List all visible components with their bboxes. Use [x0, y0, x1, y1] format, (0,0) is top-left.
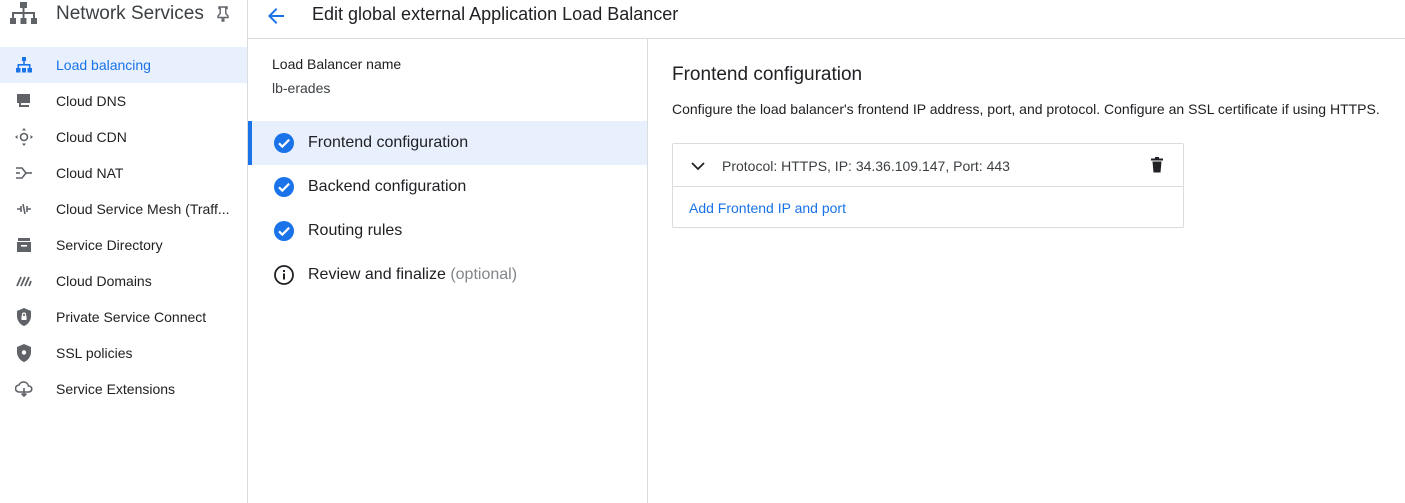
page-title: Edit global external Application Load Ba…: [312, 4, 679, 24]
step-review-and-finalize[interactable]: Review and finalize (optional): [248, 253, 647, 297]
service-directory-icon: [15, 236, 33, 254]
load-balancing-icon: [15, 56, 33, 74]
frontend-entry-summary: Protocol: HTTPS, IP: 34.36.109.147, Port…: [722, 158, 1010, 174]
sidebar-item-label: Cloud NAT: [56, 165, 124, 181]
sidebar-item-label: Service Extensions: [56, 381, 176, 397]
step-routing-rules[interactable]: Routing rules: [248, 209, 647, 253]
step-frontend-configuration[interactable]: Frontend configuration: [248, 121, 647, 165]
sidebar-item-label: Service Directory: [56, 237, 163, 253]
sidebar-item-label: Cloud Service Mesh (Traff...: [56, 201, 230, 217]
steps-panel: Load Balancer name lb-erades Frontend co…: [248, 39, 648, 503]
sidebar: Network Services Load balancing Cloud DN…: [0, 0, 248, 503]
sidebar-item-label: Private Service Connect: [56, 309, 207, 325]
arrow-back-icon[interactable]: [264, 4, 288, 28]
step-label: Routing rules: [308, 222, 403, 239]
check-circle-icon: [274, 133, 294, 153]
cloud-dns-icon: [15, 92, 33, 110]
sidebar-item-label: SSL policies: [56, 345, 133, 361]
sidebar-nav: Load balancing Cloud DNS Cloud CDN Cloud…: [0, 47, 247, 407]
sidebar-item-cloud-service-mesh[interactable]: Cloud Service Mesh (Traff...: [0, 191, 247, 227]
cloud-cdn-icon: [15, 128, 33, 146]
private-service-connect-icon: [15, 308, 33, 326]
delete-icon[interactable]: [1148, 156, 1166, 174]
frontend-config-panel: Frontend configuration Configure the loa…: [648, 39, 1405, 503]
lb-name-value: lb-erades: [272, 80, 331, 96]
sidebar-item-label: Load balancing: [56, 57, 151, 73]
pin-icon[interactable]: [215, 6, 231, 22]
sidebar-header: Network Services: [0, 0, 247, 30]
sidebar-item-label: Cloud DNS: [56, 93, 127, 109]
sidebar-item-cloud-nat[interactable]: Cloud NAT: [0, 155, 247, 191]
sidebar-item-load-balancing[interactable]: Load balancing: [0, 47, 247, 83]
sidebar-item-private-service-connect[interactable]: Private Service Connect: [0, 299, 247, 335]
sidebar-item-ssl-policies[interactable]: SSL policies: [0, 335, 247, 371]
info-icon: [274, 265, 294, 285]
add-frontend-ip-port-link[interactable]: Add Frontend IP and port: [689, 200, 846, 216]
check-circle-icon: [274, 177, 294, 197]
sidebar-item-label: Cloud Domains: [56, 273, 152, 289]
section-description: Configure the load balancer's frontend I…: [672, 101, 1380, 117]
step-optional-text: (optional): [450, 266, 518, 283]
step-label: Review and finalize (optional): [308, 266, 517, 284]
step-label-text: Review and finalize: [308, 266, 446, 283]
product-title: Network Services: [56, 3, 204, 24]
frontend-list: Protocol: HTTPS, IP: 34.36.109.147, Port…: [672, 143, 1184, 228]
network-services-icon: [10, 2, 37, 24]
step-backend-configuration[interactable]: Backend configuration: [248, 165, 647, 209]
sidebar-item-cloud-dns[interactable]: Cloud DNS: [0, 83, 247, 119]
sidebar-item-cloud-domains[interactable]: Cloud Domains: [0, 263, 247, 299]
step-label: Frontend configuration: [308, 134, 469, 151]
section-title: Frontend configuration: [672, 64, 863, 85]
cloud-nat-icon: [15, 164, 33, 182]
chevron-down-icon[interactable]: [689, 157, 707, 175]
sidebar-item-service-directory[interactable]: Service Directory: [0, 227, 247, 263]
sidebar-item-service-extensions[interactable]: Service Extensions: [0, 371, 247, 407]
frontend-entry-row[interactable]: Protocol: HTTPS, IP: 34.36.109.147, Port…: [673, 144, 1183, 187]
page-header: Edit global external Application Load Ba…: [248, 0, 1405, 39]
sidebar-item-cloud-cdn[interactable]: Cloud CDN: [0, 119, 247, 155]
lb-name-label: Load Balancer name: [272, 56, 402, 72]
sidebar-item-label: Cloud CDN: [56, 129, 127, 145]
step-label: Backend configuration: [308, 178, 467, 195]
ssl-policies-icon: [15, 344, 33, 362]
service-extensions-icon: [15, 380, 33, 398]
check-circle-icon: [274, 221, 294, 241]
service-mesh-icon: [15, 200, 33, 218]
cloud-domains-icon: [15, 272, 33, 290]
